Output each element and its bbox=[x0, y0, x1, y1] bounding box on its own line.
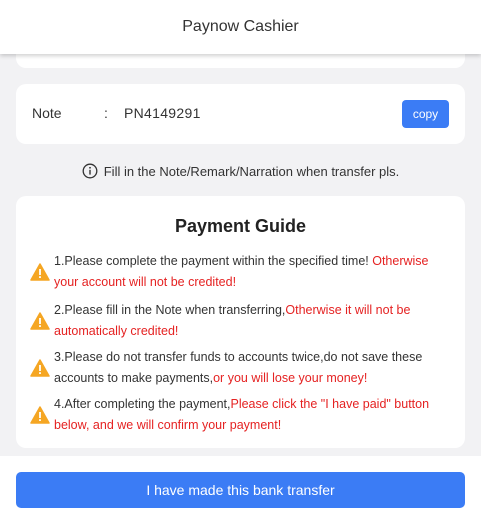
copy-button[interactable]: copy bbox=[402, 100, 449, 128]
warning-triangle-icon bbox=[30, 263, 50, 281]
guide-item-normal: 4.After completing the payment, bbox=[54, 397, 231, 411]
note-value: PN4149291 bbox=[124, 105, 201, 121]
bottom-action-bar: I have made this bank transfer bbox=[0, 456, 481, 528]
guide-item-text: 1.Please complete the payment within the… bbox=[54, 251, 450, 293]
guide-item: 1.Please complete the payment within the… bbox=[30, 251, 450, 293]
page-title: Paynow Cashier bbox=[182, 18, 299, 35]
info-circle-icon bbox=[82, 163, 98, 179]
guide-item: 3.Please do not transfer funds to accoun… bbox=[30, 347, 450, 389]
guide-item-normal: 1.Please complete the payment within the… bbox=[54, 254, 373, 268]
hint-text: Fill in the Note/Remark/Narration when t… bbox=[103, 163, 400, 179]
guide-item: 2.Please fill in the Note when transferr… bbox=[30, 300, 450, 342]
note-separator: : bbox=[104, 105, 108, 121]
guide-item-normal: 2.Please fill in the Note when transferr… bbox=[54, 303, 286, 317]
confirm-transfer-button[interactable]: I have made this bank transfer bbox=[16, 472, 465, 508]
note-label: Note bbox=[32, 105, 62, 121]
note-card: Note : PN4149291 copy bbox=[16, 84, 465, 144]
guide-title: Payment Guide bbox=[174, 216, 307, 236]
guide-item-text: 3.Please do not transfer funds to accoun… bbox=[54, 347, 450, 389]
app-header: Paynow Cashier bbox=[0, 0, 481, 54]
warning-triangle-icon bbox=[30, 312, 50, 330]
note-hint: Fill in the Note/Remark/Narration when t… bbox=[0, 160, 481, 182]
payment-guide-card: Payment Guide 1.Please complete the paym… bbox=[16, 196, 465, 448]
guide-item: 4.After completing the payment,Please cl… bbox=[30, 394, 450, 436]
guide-item-text: 4.After completing the payment,Please cl… bbox=[54, 394, 450, 436]
warning-triangle-icon bbox=[30, 406, 50, 424]
guide-item-text: 2.Please fill in the Note when transferr… bbox=[54, 300, 450, 342]
guide-item-warning: or you will lose your money! bbox=[213, 371, 368, 385]
warning-triangle-icon bbox=[30, 359, 50, 377]
